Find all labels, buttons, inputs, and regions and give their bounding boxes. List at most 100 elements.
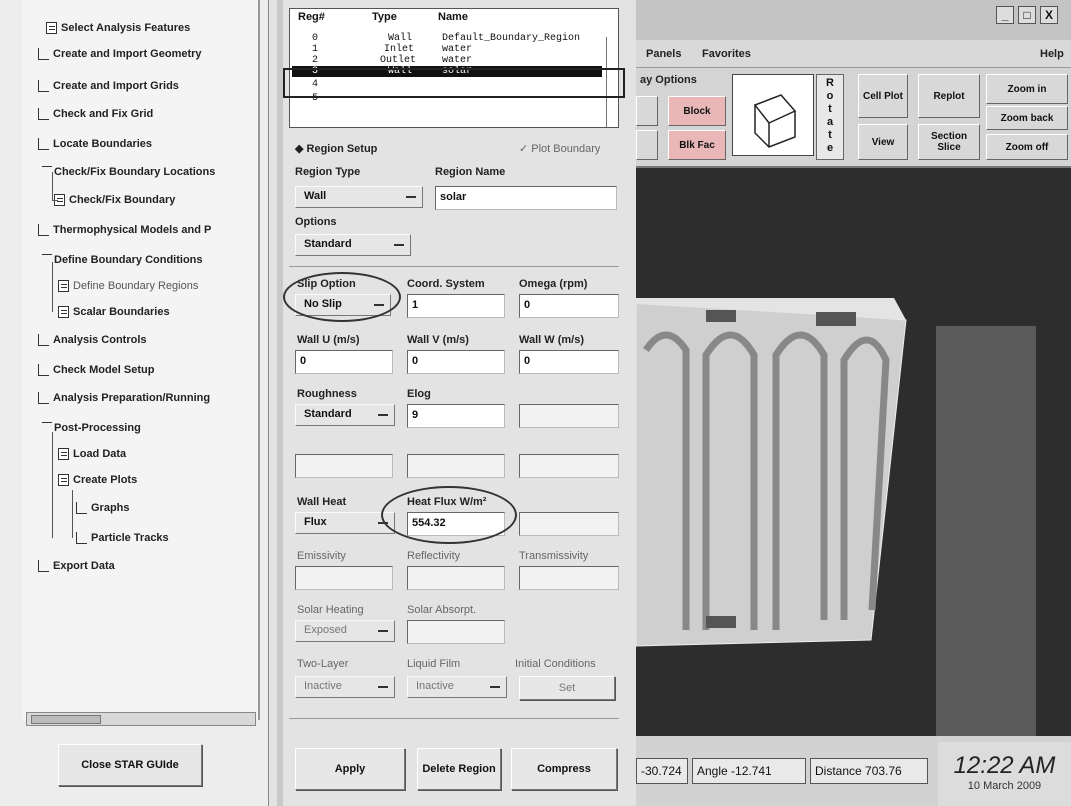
delete-region-button[interactable]: Delete Region <box>417 748 501 790</box>
solar-absorpt-input[interactable] <box>407 620 505 644</box>
tree-item-particle-tracks[interactable]: Particle Tracks <box>76 532 169 544</box>
rotate-letter: e <box>826 142 834 154</box>
table-row[interactable]: 1 Inlet water <box>292 44 602 55</box>
scrollbar-thumb[interactable] <box>31 715 101 724</box>
tree-item-label: Check Model Setup <box>53 364 155 376</box>
options-label: Options <box>295 216 337 228</box>
region-setup-toggle[interactable]: ◆ Region Setup <box>295 142 377 155</box>
step-icon <box>38 80 49 92</box>
empty-input[interactable] <box>519 512 619 536</box>
tree-item-load-data[interactable]: Load Data <box>58 448 126 460</box>
zoom-back-button[interactable]: Zoom back <box>986 106 1068 130</box>
divider <box>289 266 619 267</box>
tree-item-select-analysis-features[interactable]: Select Analysis Features <box>46 22 190 34</box>
two-layer-dropdown[interactable]: Inactive <box>295 676 395 698</box>
block-button[interactable]: Block <box>668 96 726 126</box>
elog-input[interactable]: 9 <box>407 404 505 428</box>
liquid-film-value: Inactive <box>416 680 454 692</box>
table-row[interactable]: 2 Outlet water <box>292 55 602 66</box>
wall-v-input[interactable]: 0 <box>407 350 505 374</box>
options-dropdown[interactable]: Standard <box>295 234 411 256</box>
transmissivity-input[interactable] <box>519 566 619 590</box>
elevation-readout: -30.724 <box>636 758 688 784</box>
tree-item-label: Check and Fix Grid <box>53 108 154 120</box>
dropdown-arrow-icon <box>490 686 500 688</box>
tree-item-create-plots[interactable]: Create Plots <box>58 474 137 486</box>
toolbar-button-partial[interactable] <box>636 96 658 126</box>
region-type-value: Wall <box>304 190 327 202</box>
menu-panels[interactable]: Panels <box>646 48 681 60</box>
omega-input[interactable]: 0 <box>519 294 619 318</box>
apply-button[interactable]: Apply <box>295 748 405 790</box>
graphics-canvas[interactable] <box>636 170 1071 736</box>
region-name-input[interactable]: solar <box>435 186 617 210</box>
tree-item-check-fix-boundary[interactable]: Check/Fix Boundary <box>52 194 175 206</box>
tree-horizontal-scrollbar[interactable] <box>26 712 256 726</box>
tree-item-create-import-grids[interactable]: Create and Import Grids <box>38 80 179 92</box>
angle-readout: Angle -12.741 <box>692 758 806 784</box>
tree-item-export-data[interactable]: Export Data <box>38 560 115 572</box>
zoom-in-button[interactable]: Zoom in <box>986 74 1068 104</box>
table-row[interactable]: 0 Wall Default_Boundary_Region <box>292 33 602 44</box>
solar-heating-dropdown[interactable]: Exposed <box>295 620 395 642</box>
maximize-button[interactable]: □ <box>1018 6 1036 24</box>
menu-favorites[interactable]: Favorites <box>702 48 751 60</box>
tree-item-graphs[interactable]: Graphs <box>76 502 130 514</box>
solar-collector-model <box>636 298 907 647</box>
compress-button[interactable]: Compress <box>511 748 617 790</box>
tree-item-check-fix-grid[interactable]: Check and Fix Grid <box>38 108 153 120</box>
tree-item-label: Graphs <box>91 502 130 514</box>
plot-boundary-toggle[interactable]: ✓ Plot Boundary <box>519 142 600 155</box>
tree-item-check-fix-boundary-locations[interactable]: Check/Fix Boundary Locations <box>42 166 215 178</box>
initial-conditions-set-button[interactable]: Set <box>519 676 615 700</box>
view-button[interactable]: View <box>858 124 908 160</box>
coord-system-input[interactable]: 1 <box>407 294 505 318</box>
tree-item-thermophysical-models[interactable]: Thermophysical Models and P <box>38 224 211 236</box>
rotate-slider[interactable]: R o t a t e <box>816 74 844 160</box>
wall-w-input[interactable]: 0 <box>519 350 619 374</box>
orientation-cube-widget[interactable] <box>732 74 814 156</box>
annotation-circle <box>283 272 401 322</box>
empty-input[interactable] <box>295 454 393 478</box>
tree-item-scalar-boundaries[interactable]: Scalar Boundaries <box>58 306 170 318</box>
omega-label: Omega (rpm) <box>519 278 588 290</box>
tree-item-define-boundary-regions[interactable]: Define Boundary Regions <box>58 280 198 292</box>
menu-help[interactable]: Help <box>1040 48 1064 60</box>
step-icon <box>38 224 49 236</box>
empty-input[interactable] <box>519 454 619 478</box>
tree-item-check-model-setup[interactable]: Check Model Setup <box>38 364 154 376</box>
wall-heat-dropdown[interactable]: Flux <box>295 512 395 534</box>
wall-u-input[interactable]: 0 <box>295 350 393 374</box>
tree-item-define-boundary-conditions[interactable]: Define Boundary Conditions <box>42 254 203 266</box>
step-icon <box>76 502 87 514</box>
tree-item-create-import-geometry[interactable]: Create and Import Geometry <box>38 48 202 60</box>
column-header-name: Name <box>438 11 468 23</box>
toolbar-button-partial[interactable] <box>636 130 658 160</box>
roughness-dropdown[interactable]: Standard <box>295 404 395 426</box>
tree-item-post-processing[interactable]: Post-Processing <box>42 422 141 434</box>
blk-fac-button[interactable]: Blk Fac <box>668 130 726 160</box>
liquid-film-dropdown[interactable]: Inactive <box>407 676 507 698</box>
cell-plot-button[interactable]: Cell Plot <box>858 74 908 118</box>
rotate-letter: t <box>828 103 832 115</box>
emissivity-input[interactable] <box>295 566 393 590</box>
page-icon <box>58 474 69 486</box>
empty-input[interactable] <box>407 454 505 478</box>
tree-item-label: Select Analysis Features <box>61 22 191 34</box>
tree-item-locate-boundaries[interactable]: Locate Boundaries <box>38 138 152 150</box>
tree-connector <box>52 200 58 201</box>
tree-item-analysis-preparation-running[interactable]: Analysis Preparation/Running <box>38 392 210 404</box>
reflectivity-input[interactable] <box>407 566 505 590</box>
wall-v-label: Wall V (m/s) <box>407 334 469 346</box>
empty-input[interactable] <box>519 404 619 428</box>
close-window-button[interactable]: X <box>1040 6 1058 24</box>
initial-conditions-label: Initial Conditions <box>515 658 596 670</box>
minimize-button[interactable]: _ <box>996 6 1014 24</box>
replot-button[interactable]: Replot <box>918 74 980 118</box>
region-type-dropdown[interactable]: Wall <box>295 186 423 208</box>
zoom-off-button[interactable]: Zoom off <box>986 134 1068 160</box>
tree-item-analysis-controls[interactable]: Analysis Controls <box>38 334 147 346</box>
section-slice-button[interactable]: Section Slice <box>918 124 980 160</box>
region-name-label: Region Name <box>435 166 506 178</box>
close-star-guide-button[interactable]: Close STAR GUIde <box>58 744 202 786</box>
